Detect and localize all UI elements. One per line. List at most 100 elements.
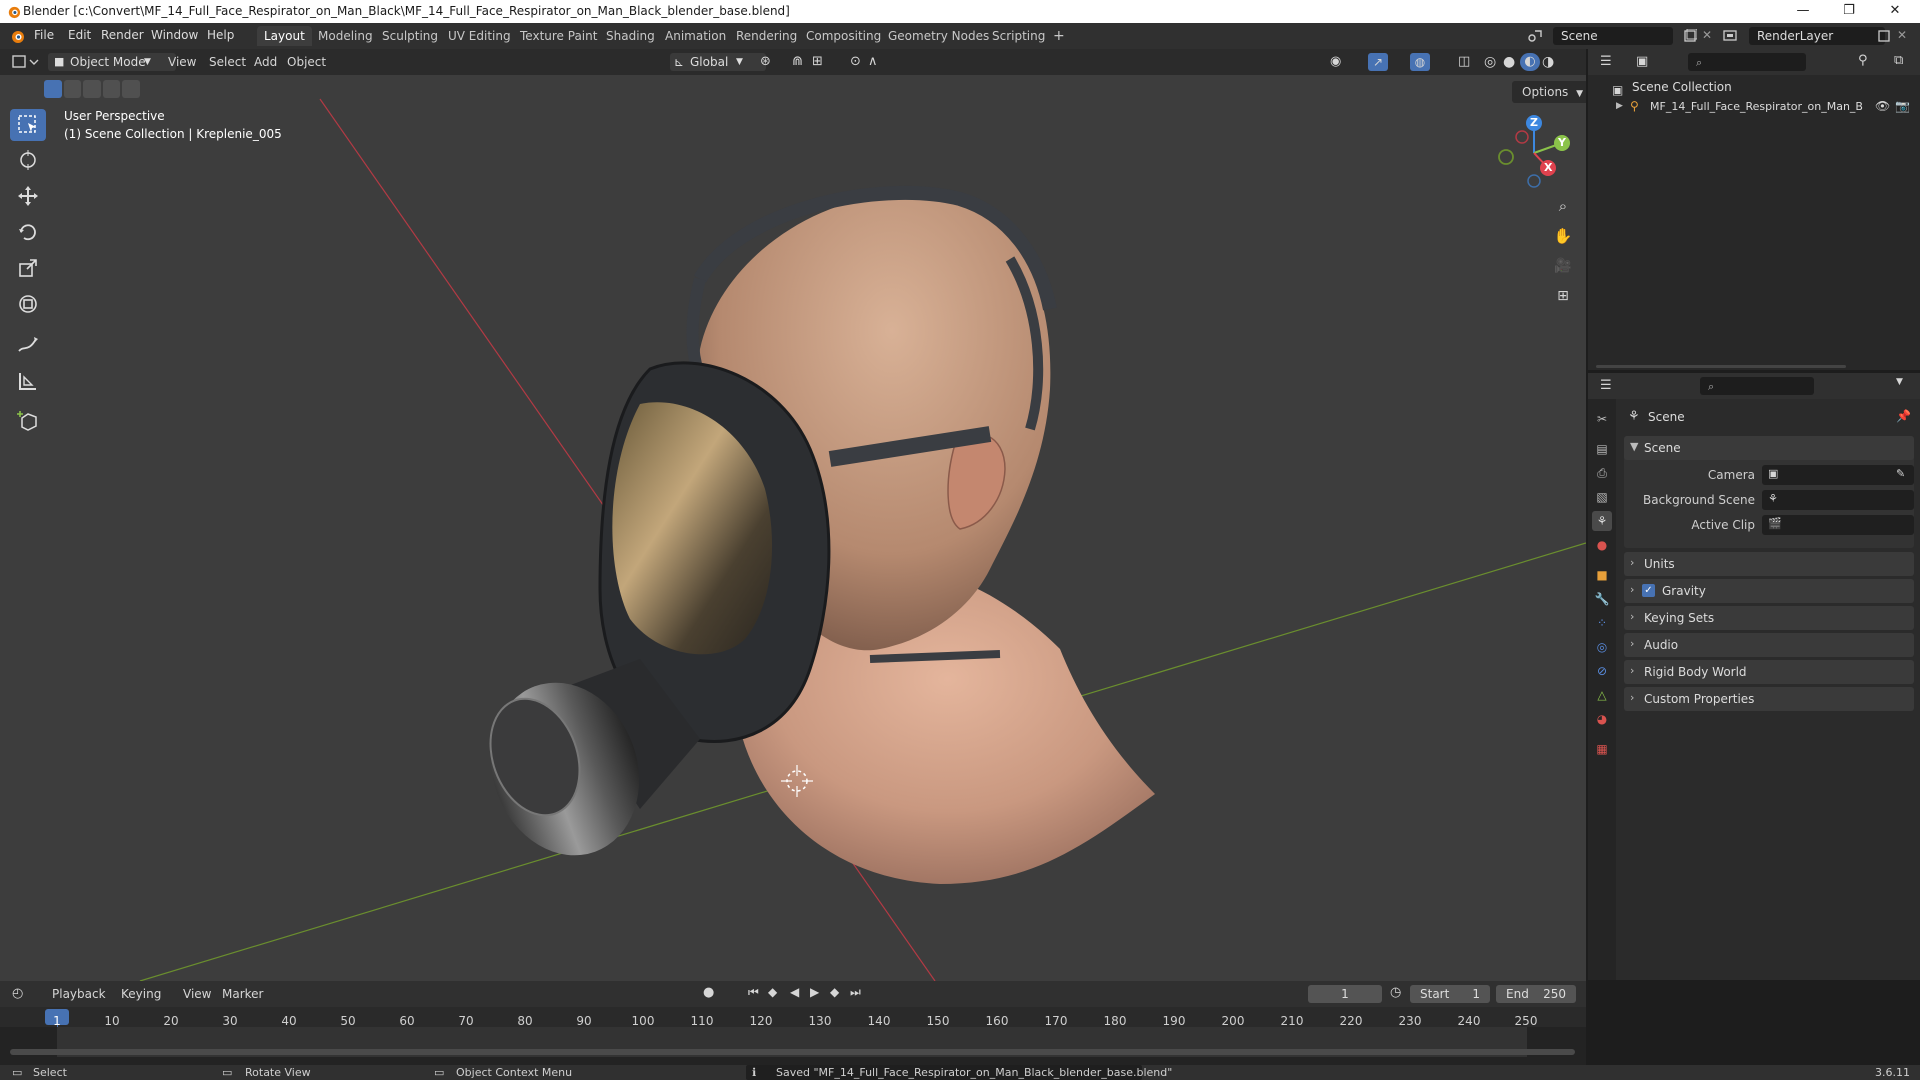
visibility-icon[interactable]: ◉: [1330, 53, 1341, 71]
render-camera-icon[interactable]: 📷: [1895, 99, 1910, 113]
add-workspace-button[interactable]: +: [1046, 26, 1072, 46]
jump-end-icon[interactable]: ⏭: [850, 985, 861, 1000]
menu-file[interactable]: File: [34, 28, 54, 42]
chevron-down-icon[interactable]: ▼: [1896, 377, 1903, 387]
options-button[interactable]: Options ▼: [1512, 81, 1586, 103]
start-frame-field[interactable]: Start 1: [1410, 985, 1490, 1003]
mode-selector[interactable]: Object Mode ■ ▼: [48, 53, 176, 71]
new-collection-icon[interactable]: ⧉: [1894, 53, 1903, 68]
minimize-button[interactable]: —: [1780, 0, 1826, 23]
menu-add[interactable]: Add: [254, 53, 277, 71]
cursor-tool[interactable]: [10, 144, 46, 176]
select-extend-icon[interactable]: [63, 80, 82, 98]
tab-scripting[interactable]: Scripting: [985, 26, 1052, 46]
particles-tab[interactable]: ⁘: [1592, 613, 1612, 633]
tab-shading[interactable]: Shading: [599, 26, 662, 46]
material-tab[interactable]: ◕: [1592, 709, 1612, 729]
world-tab[interactable]: ●: [1592, 535, 1612, 555]
menu-timeline-view[interactable]: View: [183, 985, 211, 1003]
new-view-layer-icon[interactable]: [1877, 29, 1891, 43]
tab-geometry-nodes[interactable]: Geometry Nodes: [881, 26, 996, 46]
menu-select[interactable]: Select: [209, 53, 246, 71]
outliner-search-input[interactable]: ⌕: [1688, 53, 1806, 71]
menu-help[interactable]: Help: [207, 28, 234, 42]
transform-tool[interactable]: [10, 288, 46, 320]
data-tab[interactable]: △: [1592, 685, 1612, 705]
auto-keying-icon[interactable]: ●: [703, 985, 714, 1000]
active-clip-field[interactable]: 🎬: [1762, 515, 1914, 535]
output-tab[interactable]: ⎙: [1592, 463, 1612, 483]
zoom-view-button[interactable]: ⌕: [1551, 194, 1575, 218]
play-reverse-icon[interactable]: ◀: [790, 985, 799, 999]
select-intersect-icon[interactable]: [122, 80, 140, 98]
display-mode-icon[interactable]: ▣: [1636, 54, 1648, 69]
overlay-toggle-icon[interactable]: ◍: [1410, 53, 1430, 71]
tab-uv-editing[interactable]: UV Editing: [441, 26, 518, 46]
scene-selector[interactable]: Scene: [1553, 27, 1673, 45]
physics-tab[interactable]: ◎: [1592, 637, 1612, 657]
rendered-shading-icon[interactable]: ◑: [1542, 53, 1554, 71]
constraints-tab[interactable]: ⊘: [1592, 661, 1612, 681]
menu-marker[interactable]: Marker: [222, 985, 263, 1003]
timeline-scrollbar[interactable]: [10, 1049, 1575, 1055]
select-box-tool[interactable]: [10, 109, 46, 141]
timeline-editor-icon[interactable]: ◴: [12, 986, 23, 1001]
units-panel[interactable]: › Units: [1624, 552, 1914, 576]
object-tab[interactable]: ■: [1592, 565, 1612, 585]
menu-view[interactable]: View: [168, 53, 196, 71]
eye-icon[interactable]: 👁: [1875, 99, 1890, 113]
camera-field[interactable]: ▣ ✎: [1762, 465, 1914, 485]
maximize-button[interactable]: ❐: [1826, 0, 1872, 23]
view-layer-selector[interactable]: RenderLayer: [1749, 27, 1885, 45]
tab-compositing[interactable]: Compositing: [799, 26, 888, 46]
editor-type-icon[interactable]: [12, 54, 40, 70]
gravity-checkbox[interactable]: ✓: [1642, 584, 1655, 597]
pin-icon[interactable]: 📌: [1896, 409, 1911, 423]
3d-viewport[interactable]: Object Mode ■ ▼ View Select Add Object ⊾…: [0, 49, 1586, 981]
proportional-editing-icon[interactable]: ⊙: [850, 53, 861, 71]
tool-tab[interactable]: ✂: [1592, 409, 1612, 429]
select-invert-icon[interactable]: [102, 80, 121, 98]
jump-start-icon[interactable]: ⏮: [748, 985, 759, 1000]
menu-window[interactable]: Window: [151, 28, 198, 42]
eyedropper-icon[interactable]: ✎: [1896, 467, 1905, 480]
camera-view-button[interactable]: 🎥: [1551, 254, 1575, 278]
end-frame-field[interactable]: End 250: [1496, 985, 1576, 1003]
tab-sculpting[interactable]: Sculpting: [375, 26, 445, 46]
move-tool[interactable]: [10, 180, 46, 212]
keying-sets-panel[interactable]: › Keying Sets: [1624, 606, 1914, 630]
audio-panel[interactable]: › Audio: [1624, 633, 1914, 657]
properties-editor-icon[interactable]: ☰: [1600, 378, 1612, 393]
modifier-tab[interactable]: 🔧: [1592, 589, 1612, 609]
tab-animation[interactable]: Animation: [658, 26, 733, 46]
texture-tab[interactable]: ▦: [1592, 739, 1612, 759]
xray-toggle-icon[interactable]: ◫: [1458, 53, 1470, 71]
wireframe-shading-icon[interactable]: ◎: [1484, 53, 1496, 71]
view-layer-tab[interactable]: ▧: [1592, 487, 1612, 507]
delete-scene-icon[interactable]: ✕: [1702, 28, 1712, 42]
gizmo-toggle-icon[interactable]: ↗: [1368, 53, 1388, 71]
custom-properties-panel[interactable]: › Custom Properties: [1624, 687, 1914, 711]
tab-texture-paint[interactable]: Texture Paint: [513, 26, 604, 46]
measure-tool[interactable]: [10, 365, 46, 397]
transform-orientation-selector[interactable]: ⊾ Global ▼: [670, 53, 766, 71]
outliner-scrollbar[interactable]: [1596, 365, 1846, 368]
scene-tab[interactable]: ⚘: [1592, 511, 1612, 531]
blender-menu-icon[interactable]: [9, 28, 25, 44]
background-scene-field[interactable]: ⚘: [1762, 490, 1914, 510]
menu-edit[interactable]: Edit: [68, 28, 91, 42]
solid-shading-icon[interactable]: ●: [1503, 53, 1515, 71]
toggle-perspective-button[interactable]: ⊞: [1551, 284, 1575, 308]
new-scene-icon[interactable]: [1683, 29, 1697, 43]
tab-modeling[interactable]: Modeling: [311, 26, 380, 46]
delete-view-layer-icon[interactable]: ✕: [1897, 28, 1907, 42]
tab-layout[interactable]: Layout: [257, 26, 312, 46]
current-frame-field[interactable]: 1: [1308, 985, 1382, 1003]
close-window-button[interactable]: ✕: [1872, 0, 1918, 23]
falloff-icon[interactable]: ∧: [868, 53, 878, 71]
play-icon[interactable]: ▶: [810, 985, 819, 999]
next-keyframe-icon[interactable]: ◆: [830, 985, 839, 999]
select-new-icon[interactable]: [44, 80, 62, 98]
snap-icon[interactable]: ⋒: [792, 53, 803, 71]
scene-section-header[interactable]: ▼ Scene: [1624, 436, 1914, 460]
